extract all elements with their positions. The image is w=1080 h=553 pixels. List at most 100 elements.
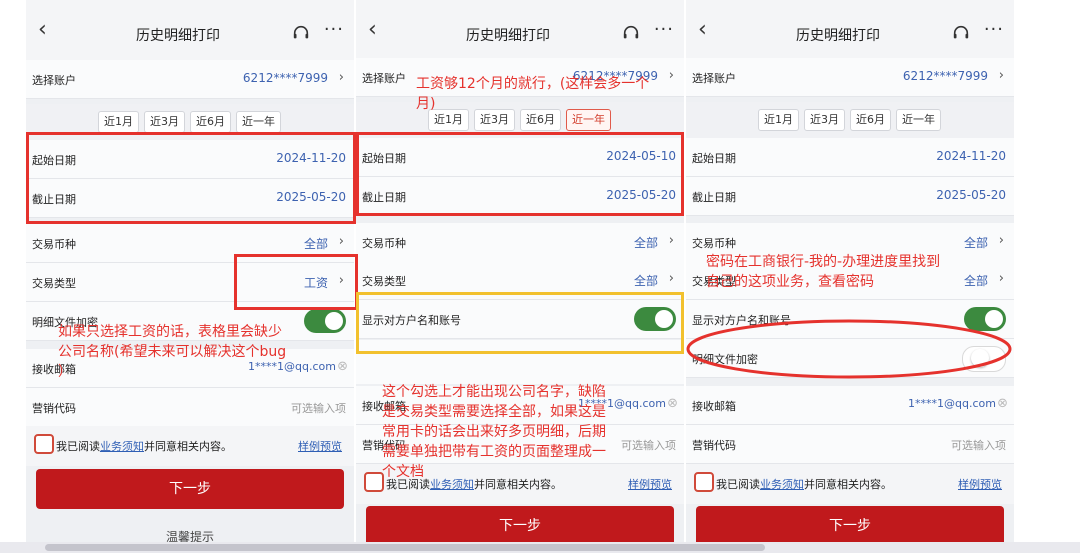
checkbox-icon[interactable]: [694, 472, 714, 492]
clear-icon[interactable]: ⊗: [667, 396, 678, 411]
encrypt-label: 明细文件加密: [32, 316, 98, 329]
headset-icon[interactable]: [952, 24, 970, 42]
quick-6m-button[interactable]: 近6月: [190, 111, 231, 133]
currency-row[interactable]: 交易币种 全部 ›: [356, 223, 684, 262]
currency-value: 全部: [633, 236, 658, 250]
quick-3m-button[interactable]: 近3月: [144, 111, 185, 133]
quick-1y-button[interactable]: 近一年: [896, 109, 941, 131]
end-date-row[interactable]: 截止日期 2025-05-20: [26, 179, 354, 218]
account-row[interactable]: 选择账户 6212****7999 ›: [686, 58, 1014, 97]
currency-label: 交易币种: [362, 237, 406, 250]
marketing-row[interactable]: 营销代码 可选输入项: [686, 425, 1014, 464]
quick-1m-button[interactable]: 近1月: [758, 109, 799, 131]
encrypt-toggle[interactable]: [304, 309, 346, 333]
chevron-right-icon: ›: [668, 68, 674, 83]
email-label: 接收邮箱: [692, 400, 736, 413]
horizontal-scrollbar[interactable]: [0, 542, 1080, 553]
marketing-input[interactable]: 可选输入项: [291, 400, 346, 416]
account-row[interactable]: 选择账户 6212****7999 ›: [26, 60, 354, 99]
email-row[interactable]: 接收邮箱 1****1@qq.com ⊗: [686, 386, 1014, 425]
quick-3m-button[interactable]: 近3月: [474, 109, 515, 131]
clear-icon[interactable]: ⊗: [337, 359, 348, 374]
page-title: 历史明细打印: [136, 28, 220, 44]
headset-icon[interactable]: [292, 24, 310, 42]
email-label: 接收邮箱: [32, 363, 76, 376]
currency-row[interactable]: 交易币种 全部 ›: [686, 223, 1014, 262]
clear-icon[interactable]: ⊗: [997, 396, 1008, 411]
quick-range-bar: 近1月 近3月 近6月 近一年: [356, 102, 684, 140]
quick-1y-button[interactable]: 近一年: [236, 111, 281, 133]
email-row[interactable]: 接收邮箱 1****1@qq.com ⊗: [26, 349, 354, 388]
nav-bar: ‹ 历史明细打印 ···: [356, 0, 684, 60]
marketing-input[interactable]: 可选输入项: [951, 437, 1006, 453]
scrollbar-thumb[interactable]: [45, 544, 765, 551]
end-date-label: 截止日期: [362, 191, 406, 204]
marketing-label: 营销代码: [32, 402, 76, 415]
chevron-right-icon: ›: [338, 273, 344, 288]
sample-preview-link[interactable]: 样例预览: [628, 476, 672, 492]
txn-type-label: 交易类型: [692, 275, 736, 288]
chevron-right-icon: ›: [338, 234, 344, 249]
end-date-row[interactable]: 截止日期 2025-05-20: [356, 177, 684, 216]
currency-value: 全部: [303, 237, 328, 251]
txn-type-value: 工资: [303, 276, 328, 290]
agreement-row: 我已阅读业务须知并同意相关内容。 样例预览: [686, 464, 1014, 504]
sample-preview-link[interactable]: 样例预览: [298, 438, 342, 454]
blank-row: [356, 340, 684, 384]
agree-prefix: 我已阅读: [56, 440, 100, 453]
currency-label: 交易币种: [32, 238, 76, 251]
agree-suffix: 并同意相关内容。: [804, 478, 892, 491]
end-date-value: 2025-05-20: [276, 190, 346, 204]
next-button[interactable]: 下一步: [36, 469, 344, 509]
quick-6m-button[interactable]: 近6月: [520, 109, 561, 131]
start-date-label: 起始日期: [692, 152, 736, 165]
end-date-row[interactable]: 截止日期 2025-05-20: [686, 177, 1014, 216]
business-notice-link[interactable]: 业务须知: [100, 440, 144, 453]
marketing-row[interactable]: 营销代码 可选输入项: [356, 425, 684, 464]
account-label: 选择账户: [32, 74, 76, 87]
email-value: 1****1@qq.com: [248, 360, 336, 373]
currency-row[interactable]: 交易币种 全部 ›: [26, 224, 354, 263]
quick-1m-button[interactable]: 近1月: [98, 111, 139, 133]
txn-type-row[interactable]: 交易类型 全部 ›: [686, 261, 1014, 300]
account-value: 6212****7999: [902, 69, 988, 83]
start-date-row[interactable]: 起始日期 2024-11-20: [26, 140, 354, 179]
account-row[interactable]: 选择账户 6212****7999 ›: [356, 58, 684, 97]
email-value: 1****1@qq.com: [908, 397, 996, 410]
agree-prefix: 我已阅读: [386, 478, 430, 491]
quick-range-bar: 近1月 近3月 近6月 近一年: [686, 102, 1014, 140]
show-name-toggle[interactable]: [634, 307, 676, 331]
next-button[interactable]: 下一步: [366, 506, 674, 545]
more-dots-icon[interactable]: ···: [654, 19, 674, 40]
quick-6m-button[interactable]: 近6月: [850, 109, 891, 131]
checkbox-icon[interactable]: [364, 472, 384, 492]
quick-3m-button[interactable]: 近3月: [804, 109, 845, 131]
headset-icon[interactable]: [622, 24, 640, 42]
start-date-row[interactable]: 起始日期 2024-11-20: [686, 138, 1014, 177]
next-button[interactable]: 下一步: [696, 506, 1004, 545]
account-label: 选择账户: [692, 72, 736, 85]
txn-type-row[interactable]: 交易类型 全部 ›: [356, 261, 684, 300]
marketing-row[interactable]: 营销代码 可选输入项: [26, 388, 354, 427]
txn-type-row[interactable]: 交易类型 工资 ›: [26, 263, 354, 302]
checkbox-icon[interactable]: [34, 434, 54, 454]
more-dots-icon[interactable]: ···: [984, 19, 1004, 40]
screen-2: ‹ 历史明细打印 ··· 选择账户 6212****7999 › 近1月 近3月…: [356, 0, 684, 545]
agreement-row: 我已阅读业务须知并同意相关内容。 样例预览: [356, 464, 684, 504]
start-date-row[interactable]: 起始日期 2024-05-10: [356, 138, 684, 177]
quick-1m-button[interactable]: 近1月: [428, 109, 469, 131]
business-notice-link[interactable]: 业务须知: [760, 478, 804, 491]
chevron-right-icon: ›: [338, 70, 344, 85]
page-title: 历史明细打印: [796, 28, 880, 44]
start-date-value: 2024-11-20: [276, 151, 346, 165]
email-label: 接收邮箱: [362, 400, 406, 413]
agreement-row: 我已阅读业务须知并同意相关内容。 样例预览: [26, 426, 354, 466]
quick-1y-button[interactable]: 近一年: [566, 109, 611, 131]
email-row[interactable]: 接收邮箱 1****1@qq.com ⊗: [356, 386, 684, 425]
marketing-input[interactable]: 可选输入项: [621, 437, 676, 453]
business-notice-link[interactable]: 业务须知: [430, 478, 474, 491]
more-dots-icon[interactable]: ···: [324, 19, 344, 40]
agree-suffix: 并同意相关内容。: [144, 440, 232, 453]
account-value: 6212****7999: [242, 71, 328, 85]
sample-preview-link[interactable]: 样例预览: [958, 476, 1002, 492]
